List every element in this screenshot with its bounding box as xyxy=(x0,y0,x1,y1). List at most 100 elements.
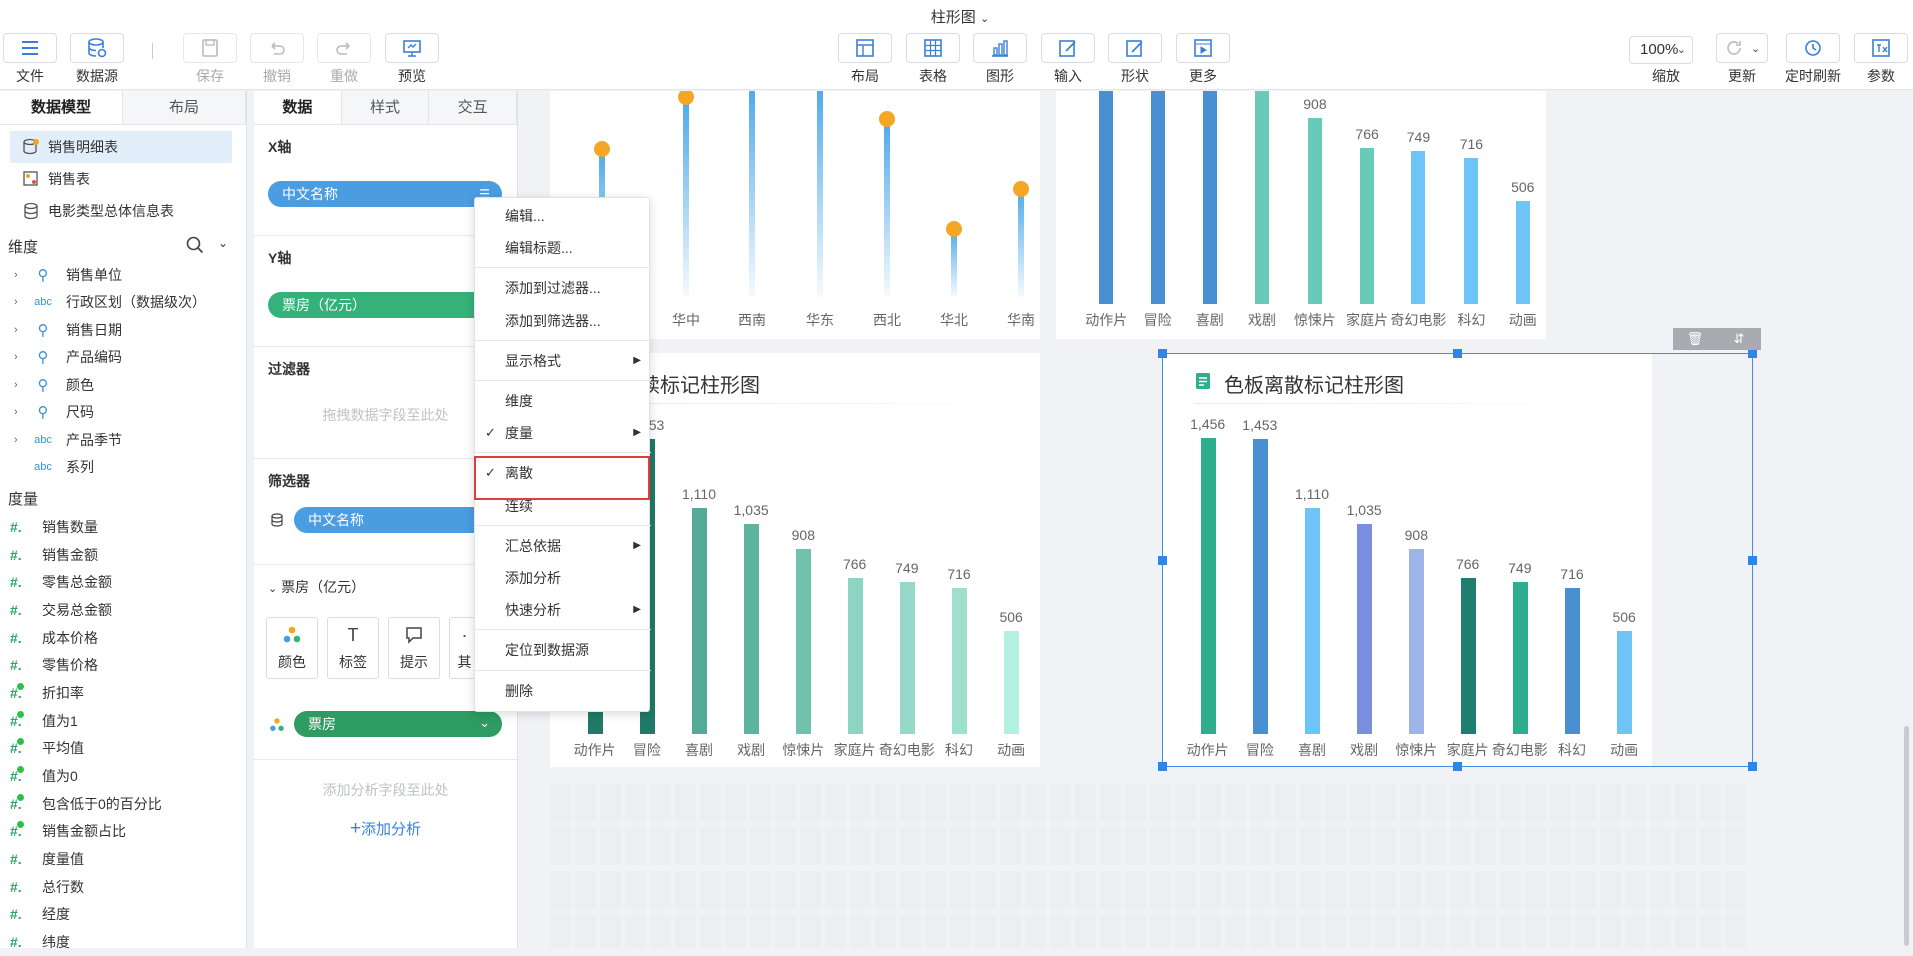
measure-item[interactable]: #. 零售总金额 xyxy=(0,568,246,596)
tab-style[interactable]: 样式 xyxy=(341,91,430,124)
measure-item[interactable]: #. 总行数 xyxy=(0,873,246,901)
undo-button[interactable]: 撤销 xyxy=(247,33,307,86)
menu-item[interactable]: 定位到数据源 xyxy=(475,634,651,666)
chevron-right-icon[interactable]: › xyxy=(14,296,24,308)
menu-item[interactable]: 维度 xyxy=(475,385,651,417)
screen-filter-field-pill[interactable]: 中文名称 xyxy=(294,507,502,533)
measure-item[interactable]: #. 折扣率 xyxy=(0,679,246,707)
dimension-item[interactable]: › ⚲ 尺码 xyxy=(0,399,246,427)
measure-item[interactable]: #. 值为1 xyxy=(0,707,246,735)
resize-handle[interactable] xyxy=(1748,762,1757,771)
resize-handle[interactable] xyxy=(1158,349,1167,358)
measure-item[interactable]: #. 平均值 xyxy=(0,735,246,763)
trash-icon[interactable]: 🗑 xyxy=(1673,328,1717,350)
file-button[interactable]: 文件 xyxy=(0,33,60,86)
param-button[interactable]: 参数 xyxy=(1851,33,1911,86)
bar[interactable] xyxy=(951,588,967,734)
resize-handle[interactable] xyxy=(1453,349,1462,358)
refresh-button[interactable]: ⌄ 更新 xyxy=(1712,33,1772,86)
dataset-item[interactable]: 销售明细表 xyxy=(10,131,232,163)
dataset-item[interactable]: 销售表 xyxy=(0,163,246,195)
measure-item[interactable]: #. 值为0 xyxy=(0,762,246,790)
shape-button[interactable]: 形状 xyxy=(1105,33,1165,86)
chevron-right-icon[interactable]: › xyxy=(14,269,24,281)
search-icon[interactable] xyxy=(186,236,204,254)
dimension-item[interactable]: › ⚲ 产品编码 xyxy=(0,344,246,372)
dimension-item[interactable]: › abc 行政区划（数据级次） xyxy=(0,289,246,317)
label-property-button[interactable]: T 标签 xyxy=(327,617,379,679)
bar[interactable] xyxy=(899,581,915,734)
menu-item[interactable]: 添加到过滤器... xyxy=(475,272,651,304)
x-axis-field-pill[interactable]: 中文名称 ☰ xyxy=(268,181,502,207)
measure-item[interactable]: #. 纬度 xyxy=(0,928,246,956)
measure-item[interactable]: #. 成本价格 xyxy=(0,624,246,652)
datasource-button[interactable]: 数据源 xyxy=(67,33,127,86)
measure-item[interactable]: #. 包含低于0的百分比 xyxy=(0,790,246,818)
analysis-drop-zone[interactable]: 添加分析字段至此处 xyxy=(254,780,517,800)
dimension-item[interactable]: › ⚲ 销售日期 xyxy=(0,316,246,344)
input-button[interactable]: 输入 xyxy=(1038,33,1098,86)
preview-button[interactable]: 预览 xyxy=(382,33,442,86)
chart-button[interactable]: 图形 xyxy=(970,33,1030,86)
measure-item[interactable]: #. 零售价格 xyxy=(0,651,246,679)
chevron-down-icon[interactable]: ⌄ xyxy=(218,236,228,254)
color-field-pill[interactable]: 票房 ⌄ xyxy=(294,711,502,737)
color-property-button[interactable]: 颜色 xyxy=(266,617,318,679)
measure-item[interactable]: #. 交易总金额 xyxy=(0,596,246,624)
chevron-right-icon[interactable]: › xyxy=(14,324,24,336)
measure-item[interactable]: #. 销售金额占比 xyxy=(0,818,246,846)
resize-handle[interactable] xyxy=(1748,349,1757,358)
tab-layout[interactable]: 布局 xyxy=(123,91,246,124)
swap-icon[interactable]: ⇵ xyxy=(1717,328,1761,350)
chevron-right-icon[interactable]: › xyxy=(14,379,24,391)
resize-handle[interactable] xyxy=(1748,556,1757,565)
redo-button[interactable]: 重做 xyxy=(314,33,374,86)
tooltip-property-button[interactable]: 提示 xyxy=(388,617,440,679)
bar[interactable] xyxy=(847,578,863,734)
vertical-scrollbar[interactable] xyxy=(1904,726,1909,946)
chevron-down-icon[interactable]: ⌄ xyxy=(479,710,490,736)
dataset-item[interactable]: 电影类型总体信息表 xyxy=(0,195,246,227)
save-button[interactable]: 保存 xyxy=(180,33,240,86)
bar[interactable] xyxy=(744,523,760,734)
dimension-item[interactable]: › abc 产品季节 xyxy=(0,426,246,454)
menu-item[interactable]: 编辑标题... xyxy=(475,232,651,264)
menu-item[interactable]: 添加分析 xyxy=(475,562,651,594)
y-axis-field-pill[interactable]: 票房（亿元） xyxy=(268,292,502,318)
menu-item[interactable]: ✓ 度量 ▶ xyxy=(475,417,651,449)
dimension-item[interactable]: › ⚲ 销售单位 xyxy=(0,261,246,289)
tab-data[interactable]: 数据 xyxy=(254,91,342,124)
resize-handle[interactable] xyxy=(1158,762,1167,771)
more-button[interactable]: 更多 xyxy=(1173,33,1233,86)
bar[interactable] xyxy=(1004,631,1020,734)
menu-item[interactable]: 快速分析 ▶ xyxy=(475,594,651,626)
menu-item[interactable]: 删除 xyxy=(475,675,651,707)
menu-item[interactable]: 添加到筛选器... xyxy=(475,305,651,337)
dimension-item[interactable]: abc 系列 xyxy=(0,454,246,482)
bar-chart-card[interactable]: 动作片 冒险 喜剧 戏剧 惊悚片 家庭片 奇幻电影 科幻 动画 908 766 749 716 506 xyxy=(1056,91,1546,339)
bar[interactable] xyxy=(691,508,707,734)
table-button[interactable]: 表格 xyxy=(903,33,963,86)
measure-item[interactable]: #. 经度 xyxy=(0,901,246,929)
chevron-right-icon[interactable]: › xyxy=(14,406,24,418)
tab-data-model[interactable]: 数据模型 xyxy=(0,91,123,124)
document-title[interactable]: 柱形图 ⌄ xyxy=(900,6,1020,27)
resize-handle[interactable] xyxy=(1453,762,1462,771)
tab-interaction[interactable]: 交互 xyxy=(429,91,518,124)
bar[interactable] xyxy=(796,549,812,734)
dimension-item[interactable]: › ⚲ 颜色 xyxy=(0,371,246,399)
chevron-right-icon[interactable]: › xyxy=(14,434,24,446)
measure-item[interactable]: #. 度量值 xyxy=(0,845,246,873)
zoom-button[interactable]: 缩放 xyxy=(1636,60,1696,86)
scheduled-refresh-button[interactable]: 定时刷新 xyxy=(1783,33,1843,86)
menu-item[interactable]: 汇总依据 ▶ xyxy=(475,530,651,562)
measure-item[interactable]: #. 销售数量 xyxy=(0,513,246,541)
measure-item[interactable]: #. 销售金额 xyxy=(0,541,246,569)
resize-handle[interactable] xyxy=(1158,556,1167,565)
menu-item[interactable]: 编辑... xyxy=(475,200,651,232)
chevron-right-icon[interactable]: › xyxy=(14,351,24,363)
add-analysis-button[interactable]: +添加分析 xyxy=(254,818,517,840)
menu-item[interactable]: 显示格式 ▶ xyxy=(475,345,651,377)
lollipop-stem xyxy=(749,91,755,297)
layout-button[interactable]: 布局 xyxy=(835,33,895,86)
